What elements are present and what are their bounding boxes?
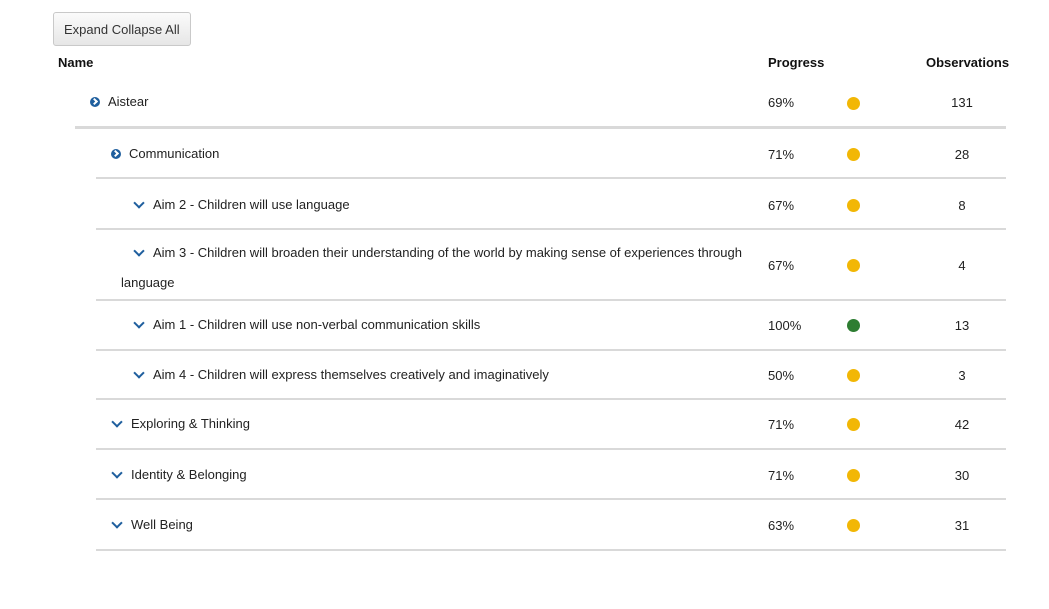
- row-name: Exploring & Thinking: [111, 416, 250, 431]
- row-progress: 100%: [768, 318, 802, 333]
- column-header-name: Name: [58, 55, 94, 70]
- row-divider: [96, 228, 1006, 230]
- row-name: Well Being: [111, 517, 193, 532]
- row-observations: 4: [958, 258, 966, 273]
- row-name: Aim 3 - Children will broaden their unde…: [121, 238, 761, 298]
- column-header-progress: Progress: [768, 55, 825, 70]
- status-dot: [847, 319, 860, 332]
- row-name: Aim 2 - Children will use language: [133, 197, 350, 212]
- row-divider: [96, 448, 1006, 450]
- row-name-label: Communication: [129, 146, 220, 161]
- chevron-down-icon[interactable]: [133, 201, 145, 209]
- row-divider: [75, 126, 1006, 129]
- status-dot: [847, 418, 860, 431]
- row-divider: [96, 549, 1006, 551]
- status-dot: [847, 148, 860, 161]
- row-progress: 69%: [768, 95, 795, 110]
- expand-collapse-all-button[interactable]: Expand Collapse All: [53, 12, 191, 46]
- row-name: Communication: [111, 146, 219, 161]
- row-divider: [96, 398, 1006, 400]
- row-name-label: Identity & Belonging: [131, 467, 247, 482]
- row-divider: [96, 349, 1006, 351]
- chevron-down-icon[interactable]: [133, 371, 145, 379]
- chevron-down-icon[interactable]: [111, 521, 123, 529]
- chevron-down-icon[interactable]: [111, 420, 123, 428]
- row-name-label: Aim 1 - Children will use non-verbal com…: [153, 317, 481, 332]
- row-name-label: Aim 2 - Children will use language: [153, 197, 350, 212]
- status-dot: [847, 199, 860, 212]
- row-progress: 67%: [768, 198, 795, 213]
- row-observations: 31: [954, 518, 970, 533]
- row-name-label: Exploring & Thinking: [131, 416, 250, 431]
- chevron-down-icon[interactable]: [133, 249, 145, 257]
- row-progress: 63%: [768, 518, 795, 533]
- circle-chevron-right-icon[interactable]: [111, 148, 121, 159]
- chevron-down-icon[interactable]: [111, 471, 123, 479]
- row-observations: 30: [954, 468, 970, 483]
- row-name: Aim 4 - Children will express themselves…: [133, 367, 549, 382]
- row-progress: 71%: [768, 417, 795, 432]
- status-dot: [847, 369, 860, 382]
- row-observations: 28: [954, 147, 970, 162]
- status-dot: [847, 469, 860, 482]
- row-progress: 71%: [768, 147, 795, 162]
- row-name: Aistear: [90, 94, 148, 109]
- column-header-observations: Observations: [926, 55, 1010, 70]
- row-name-label: Aistear: [108, 94, 149, 109]
- row-name-label: Aim 4 - Children will express themselves…: [153, 367, 549, 382]
- row-progress: 50%: [768, 368, 795, 383]
- chevron-down-icon[interactable]: [133, 321, 145, 329]
- row-name-label: Well Being: [131, 517, 193, 532]
- row-name: Identity & Belonging: [111, 467, 247, 482]
- row-observations: 13: [954, 318, 970, 333]
- status-dot: [847, 97, 860, 110]
- row-divider: [96, 177, 1006, 179]
- row-observations: 42: [954, 417, 970, 432]
- row-observations: 3: [958, 368, 966, 383]
- status-dot: [847, 519, 860, 532]
- row-name: Aim 1 - Children will use non-verbal com…: [133, 317, 480, 332]
- row-observations: 8: [958, 198, 966, 213]
- row-progress: 67%: [768, 258, 795, 273]
- circle-chevron-right-icon[interactable]: [90, 96, 100, 107]
- row-progress: 71%: [768, 468, 795, 483]
- row-observations: 131: [951, 95, 973, 110]
- row-divider: [96, 299, 1006, 301]
- status-dot: [847, 259, 860, 272]
- row-divider: [96, 498, 1006, 500]
- row-name-label: Aim 3 - Children will broaden their unde…: [121, 245, 742, 290]
